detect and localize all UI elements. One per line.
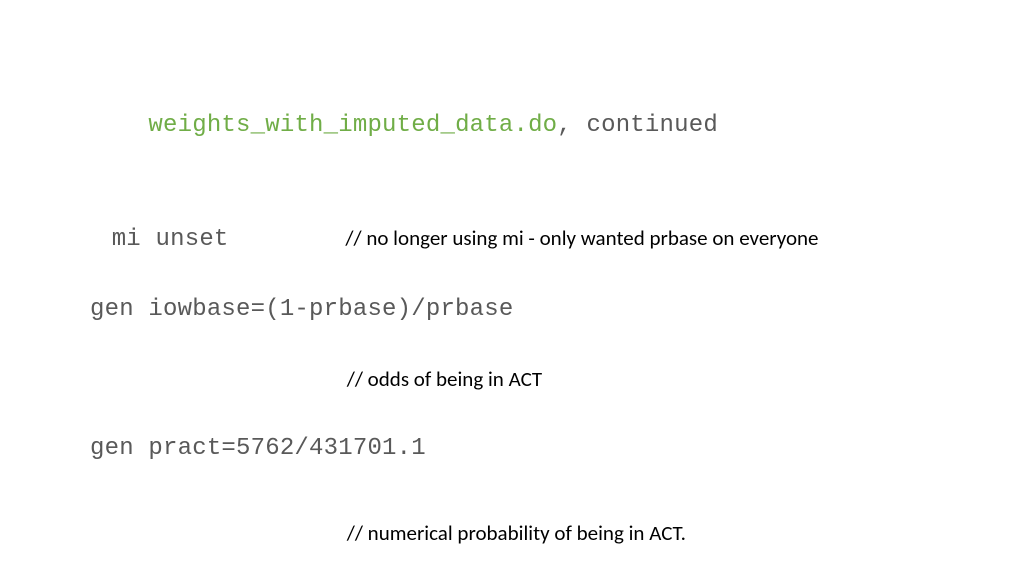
comment-line-numprob: // numerical probability of being in ACT… (90, 481, 934, 576)
title-suffix: , continued (557, 112, 718, 139)
code-line-mi-unset: mi unset // no longer using mi - only wa… (90, 186, 934, 292)
comment-line-odds: // odds of being in ACT (90, 328, 934, 432)
spacer (90, 467, 934, 481)
code-line-iowbase: gen iowbase=(1-prbase)/prbase (90, 293, 934, 328)
comment-numprob: // numerical probability of being in ACT… (347, 520, 686, 546)
title-filename: weights_with_imputed_data.do (148, 112, 557, 139)
title-line: weights_with_imputed_data.do, continued (90, 74, 934, 178)
slide: weights_with_imputed_data.do, continued … (0, 0, 1024, 576)
comment-mi-unset: // no longer using mi - only wanted prba… (345, 225, 818, 251)
code-line-pract: gen pract=5762/431701.1 (90, 432, 934, 467)
comment-odds: // odds of being in ACT (347, 366, 542, 392)
code-mi-unset: mi unset (112, 226, 229, 253)
